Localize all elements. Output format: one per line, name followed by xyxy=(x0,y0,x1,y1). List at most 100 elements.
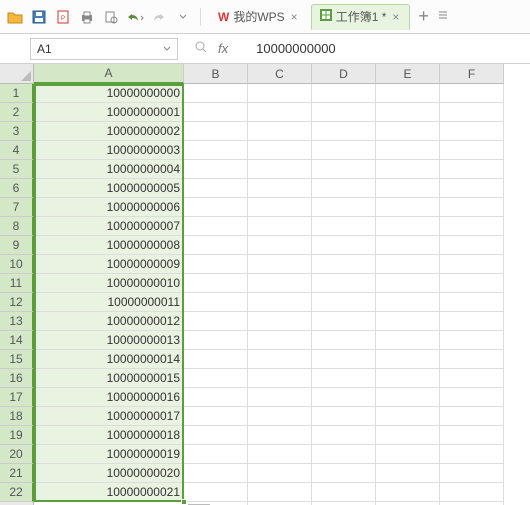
tab-mywps[interactable]: W 我的WPS × xyxy=(209,4,309,30)
cell[interactable] xyxy=(440,293,504,312)
cell[interactable] xyxy=(312,103,376,122)
name-box[interactable]: A1 xyxy=(30,38,178,60)
cell[interactable]: 10000000015 xyxy=(34,369,184,388)
cell[interactable] xyxy=(440,426,504,445)
open-icon[interactable] xyxy=(6,8,24,26)
row-header[interactable]: 16 xyxy=(0,369,34,388)
cell[interactable]: 10000000016 xyxy=(34,388,184,407)
cell[interactable]: 10000000008 xyxy=(34,236,184,255)
cell[interactable] xyxy=(312,217,376,236)
cell[interactable] xyxy=(184,312,248,331)
row-header[interactable]: 22 xyxy=(0,483,34,502)
cell[interactable] xyxy=(440,217,504,236)
cell[interactable] xyxy=(312,350,376,369)
cell[interactable] xyxy=(376,426,440,445)
cell[interactable] xyxy=(440,464,504,483)
cell[interactable]: 10000000018 xyxy=(34,426,184,445)
search-icon[interactable] xyxy=(194,40,208,57)
cell[interactable] xyxy=(184,141,248,160)
row-header[interactable]: 13 xyxy=(0,312,34,331)
cell[interactable] xyxy=(248,103,312,122)
cell[interactable] xyxy=(184,483,248,502)
close-icon[interactable]: × xyxy=(390,10,401,24)
chevron-down-icon[interactable] xyxy=(163,45,171,53)
cell[interactable] xyxy=(248,179,312,198)
cell[interactable] xyxy=(312,331,376,350)
column-header-E[interactable]: E xyxy=(376,64,440,84)
cell[interactable] xyxy=(312,274,376,293)
cell[interactable] xyxy=(440,198,504,217)
cell[interactable] xyxy=(440,122,504,141)
row-header[interactable]: 4 xyxy=(0,141,34,160)
cell[interactable] xyxy=(440,483,504,502)
row-header[interactable]: 18 xyxy=(0,407,34,426)
cell[interactable] xyxy=(376,141,440,160)
cell[interactable]: 10000000020 xyxy=(34,464,184,483)
cell[interactable] xyxy=(248,369,312,388)
cell[interactable]: 10000000000 xyxy=(34,84,184,103)
row-header[interactable]: 17 xyxy=(0,388,34,407)
row-header[interactable]: 19 xyxy=(0,426,34,445)
cell[interactable] xyxy=(440,369,504,388)
cell[interactable]: 10000000010 xyxy=(34,274,184,293)
cell[interactable]: 10000000012 xyxy=(34,312,184,331)
cell[interactable]: 10000000009 xyxy=(34,255,184,274)
cell[interactable] xyxy=(248,274,312,293)
cell[interactable]: 10000000003 xyxy=(34,141,184,160)
cell[interactable] xyxy=(312,464,376,483)
cell[interactable] xyxy=(440,255,504,274)
cell[interactable]: 10000000004 xyxy=(34,160,184,179)
cell[interactable] xyxy=(376,179,440,198)
cell[interactable] xyxy=(184,293,248,312)
cell[interactable] xyxy=(376,407,440,426)
cell[interactable] xyxy=(376,255,440,274)
cell[interactable] xyxy=(184,236,248,255)
cell[interactable] xyxy=(440,103,504,122)
tab-workbook1[interactable]: 工作簿1 * × xyxy=(311,4,411,30)
row-header[interactable]: 3 xyxy=(0,122,34,141)
cell[interactable] xyxy=(312,426,376,445)
row-header[interactable]: 14 xyxy=(0,331,34,350)
column-header-F[interactable]: F xyxy=(440,64,504,84)
row-header[interactable]: 9 xyxy=(0,236,34,255)
cell[interactable]: 10000000011 xyxy=(34,293,184,312)
cell[interactable] xyxy=(376,312,440,331)
cell[interactable] xyxy=(440,274,504,293)
cell[interactable] xyxy=(376,84,440,103)
close-icon[interactable]: × xyxy=(289,10,300,24)
cell[interactable] xyxy=(376,122,440,141)
cell[interactable] xyxy=(184,122,248,141)
cell[interactable] xyxy=(248,236,312,255)
row-header[interactable]: 6 xyxy=(0,179,34,198)
cell[interactable] xyxy=(248,141,312,160)
cell[interactable] xyxy=(184,407,248,426)
cell[interactable] xyxy=(440,445,504,464)
cell[interactable] xyxy=(376,198,440,217)
cell[interactable] xyxy=(184,255,248,274)
column-header-B[interactable]: B xyxy=(184,64,248,84)
cell[interactable] xyxy=(440,236,504,255)
cell[interactable] xyxy=(440,179,504,198)
cell[interactable] xyxy=(184,445,248,464)
cell[interactable] xyxy=(184,160,248,179)
cell[interactable]: 10000000019 xyxy=(34,445,184,464)
cell[interactable] xyxy=(184,331,248,350)
cell[interactable] xyxy=(248,160,312,179)
cell[interactable] xyxy=(184,426,248,445)
cell[interactable] xyxy=(312,84,376,103)
cell[interactable] xyxy=(376,103,440,122)
cell[interactable] xyxy=(184,369,248,388)
cell[interactable] xyxy=(376,388,440,407)
cell[interactable] xyxy=(312,141,376,160)
cell[interactable] xyxy=(376,160,440,179)
cell[interactable] xyxy=(440,331,504,350)
column-header-D[interactable]: D xyxy=(312,64,376,84)
cell[interactable] xyxy=(248,426,312,445)
cell[interactable] xyxy=(248,198,312,217)
cell[interactable] xyxy=(312,445,376,464)
cell[interactable] xyxy=(312,160,376,179)
column-header-A[interactable]: A xyxy=(34,64,184,84)
redo-icon[interactable] xyxy=(150,8,168,26)
cell[interactable] xyxy=(376,350,440,369)
cell[interactable] xyxy=(184,350,248,369)
